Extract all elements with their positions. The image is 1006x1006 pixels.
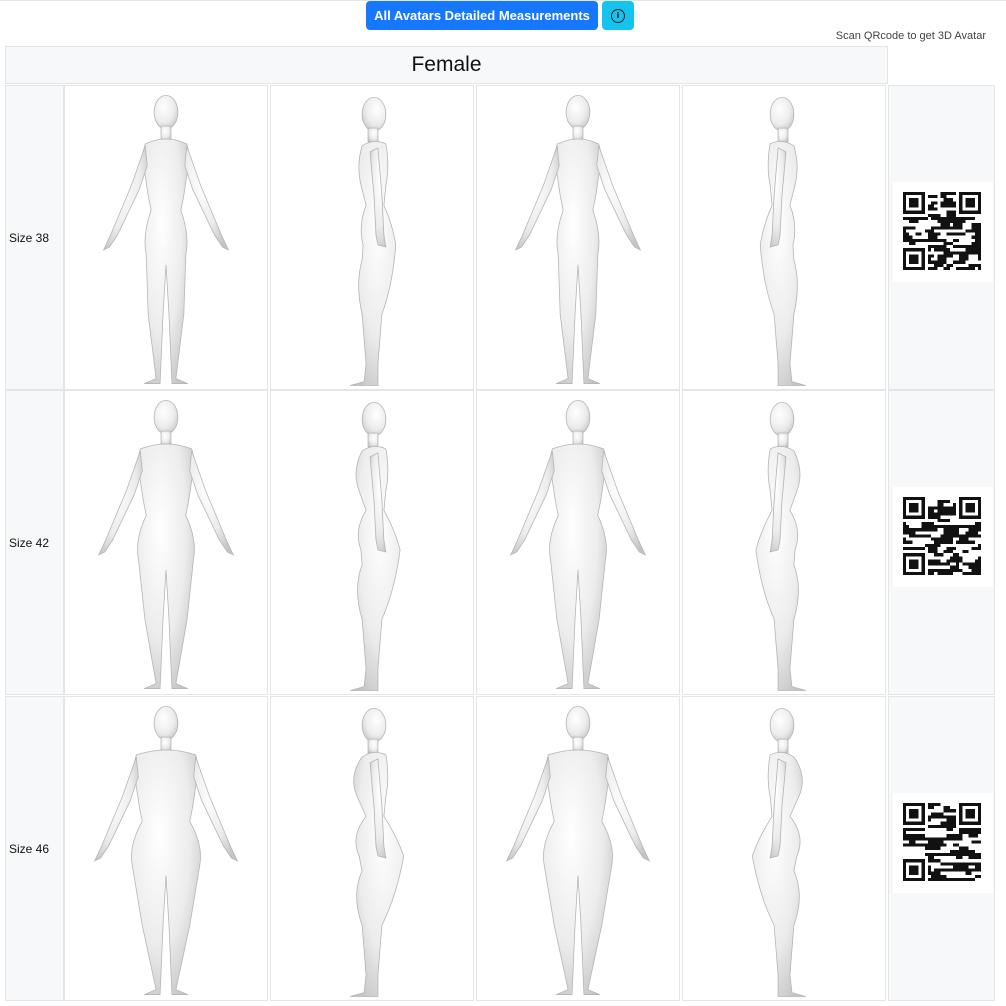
info-button[interactable]: i: [602, 1, 634, 30]
back-avatar-image: [476, 85, 680, 390]
table-row: Size 42: [5, 390, 995, 695]
side-avatar-right-image: [682, 696, 886, 1001]
scan-qr-note: Scan QRcode to get 3D Avatar: [835, 30, 986, 42]
side-avatar-left-image: [270, 85, 474, 390]
front-avatar-image: [64, 85, 268, 390]
front-avatar-image: [64, 390, 268, 695]
qr-cell: [888, 390, 995, 695]
qr-cell: [888, 85, 995, 390]
back-avatar-image: [476, 696, 680, 1001]
side-avatar-left-image: [270, 696, 474, 1001]
size-label: Size 46: [5, 696, 64, 1001]
front-avatar-image: [64, 696, 268, 1001]
info-circle-icon: i: [611, 8, 625, 23]
qr-code-image[interactable]: [893, 182, 993, 282]
size-label: Size 38: [5, 85, 64, 390]
size-label: Size 42: [5, 390, 64, 695]
side-avatar-right-image: [682, 390, 886, 695]
side-avatar-right-image: [682, 85, 886, 390]
qr-code-image[interactable]: [893, 487, 993, 587]
back-avatar-image: [476, 390, 680, 695]
table-row: Size 38: [5, 85, 995, 390]
table-title: Female: [5, 46, 888, 84]
qr-cell: [888, 696, 995, 1001]
table-row: Size 46: [5, 696, 995, 1001]
qr-code-image[interactable]: [893, 793, 993, 893]
side-avatar-left-image: [270, 390, 474, 695]
all-measurements-button[interactable]: All Avatars Detailed Measurements: [366, 1, 598, 30]
